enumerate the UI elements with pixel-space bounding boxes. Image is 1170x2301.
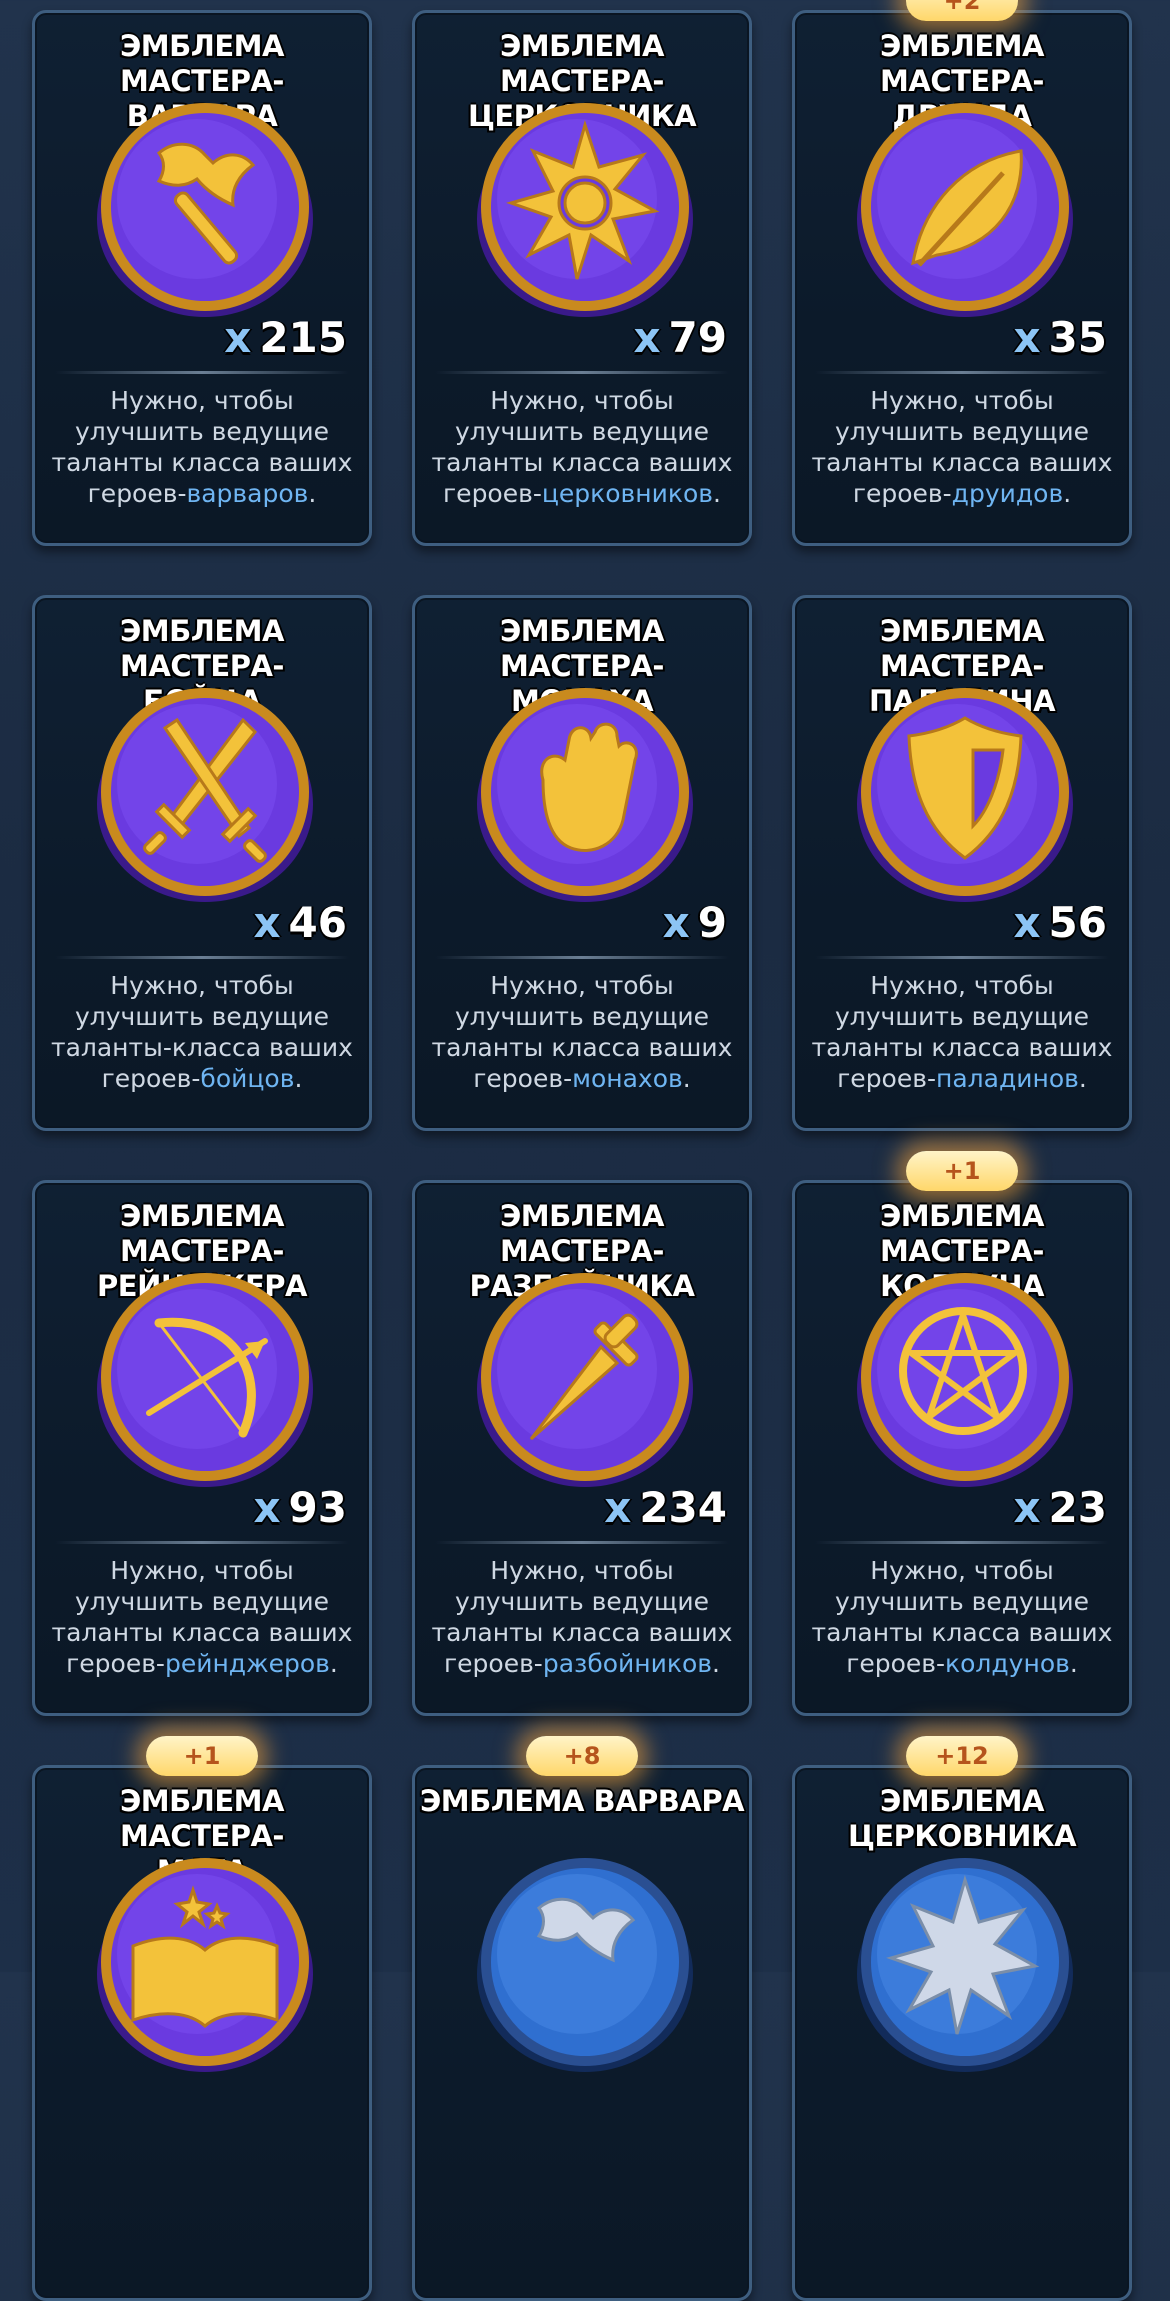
emblem-card-paladin-master[interactable]: ЭМБЛЕМА МАСТЕРА- ПАЛАДИНА x56 Нужно, что… [792,595,1132,1131]
divider [55,1541,349,1544]
emblem-count: x 23 [1013,1483,1107,1532]
class-link: церковников [541,479,713,508]
emblem-count: x 79 [633,313,727,362]
palm-icon [473,680,697,904]
class-link: варваров [186,479,309,508]
divider [55,371,349,374]
class-link: разбойников [542,1649,713,1678]
new-count-badge: +8 [526,1736,638,1776]
emblem-count: x9 [662,898,727,947]
pentagram-icon [853,1265,1077,1489]
emblem-card-ranger-master[interactable]: ЭМБЛЕМА МАСТЕРА- РЕЙНДЖЕРА x93 Нужно, чт… [32,1180,372,1716]
class-link: колдунов [945,1649,1070,1678]
emblem-count: x 56 [1013,898,1107,947]
dagger-icon [473,1265,697,1489]
emblem-grid: ЭМБЛЕМА МАСТЕРА- ВАРВАРА x215 Нужно, что… [0,0,1170,2301]
class-link: монахов [572,1064,683,1093]
leaf-icon [853,95,1077,319]
emblem-card-monk-master[interactable]: ЭМБЛЕМА МАСТЕРА- МОНАХА x9 Нужно, чтобы … [412,595,752,1131]
bow-icon [93,1265,317,1489]
emblem-card-barbarian-master[interactable]: ЭМБЛЕМА МАСТЕРА- ВАРВАРА x215 Нужно, что… [32,10,372,546]
emblem-count: x 46 [253,898,347,947]
divider [815,956,1109,959]
card-description: Нужно, чтобы улучшить ведущие таланты кл… [811,1556,1113,1678]
new-count-badge: +1 [906,1151,1018,1191]
divider [435,1541,729,1544]
divider [815,371,1109,374]
divider [815,1541,1109,1544]
class-link: друидов [951,479,1064,508]
new-count-badge: +1 [146,1736,258,1776]
crossed-swords-icon [93,680,317,904]
emblem-card-barbarian[interactable]: +8 ЭМБЛЕМА ВАРВАРА [412,1736,752,2301]
emblem-card-cleric[interactable]: +12 ЭМБЛЕМА ЦЕРКОВНИКА [792,1736,1132,2301]
axe-icon [473,1850,697,2074]
emblem-count: x 35 [1013,313,1107,362]
emblem-card-rogue-master[interactable]: ЭМБЛЕМА МАСТЕРА- РАЗБОЙНИКА x234 Нужно, … [412,1180,752,1716]
class-link: паладинов [936,1064,1079,1093]
card-description: Нужно, чтобы улучшить ведущие таланты кл… [51,386,353,508]
sun-icon [473,95,697,319]
emblem-card-warlock-master[interactable]: +1 ЭМБЛЕМА МАСТЕРА- КОЛДУНА x23 Нужно, ч… [792,1151,1132,1716]
new-count-badge: +12 [906,1736,1018,1776]
card-title: ЭМБЛЕМА ВАРВАРА [419,1784,745,1818]
sun-icon [853,1850,1077,2074]
class-link: рейнджеров [164,1649,330,1678]
card-description: Нужно, чтобы улучшить ведущие таланты кл… [51,1556,353,1678]
emblem-card-druid-master[interactable]: +2 ЭМБЛЕМА МАСТЕРА- ДРУИДА x35 Нужно, чт… [792,0,1132,546]
card-description: Нужно, чтобы улучшить ведущие таланты кл… [811,386,1113,508]
emblem-count: x 93 [253,1483,347,1532]
divider [55,956,349,959]
card-description: Нужно, чтобы улучшить ведущие таланты кл… [431,1556,733,1678]
emblem-count: x 234 [604,1483,727,1532]
card-description: Нужно, чтобы улучшить ведущие таланты-кл… [51,971,353,1093]
divider [435,956,729,959]
card-description: Нужно, чтобы улучшить ведущие таланты кл… [431,971,733,1093]
card-description: Нужно, чтобы улучшить ведущие таланты кл… [431,386,733,508]
emblem-card-mage-master[interactable]: +1 ЭМБЛЕМА МАСТЕРА- МАГА [32,1736,372,2301]
axe-icon [93,95,317,319]
emblem-card-fighter-master[interactable]: ЭМБЛЕМА МАСТЕРА- БОЙЦА x46 Нужно, чтобы … [32,595,372,1131]
emblem-count: x 215 [224,313,347,362]
class-link: бойцов [200,1064,295,1093]
emblem-card-cleric-master[interactable]: ЭМБЛЕМА МАСТЕРА- ЦЕРКОВНИКА x79 Нужно, ч… [412,10,752,546]
new-count-badge: +2 [906,0,1018,21]
card-title: ЭМБЛЕМА ЦЕРКОВНИКА [847,1784,1077,1853]
divider [435,371,729,374]
card-description: Нужно, чтобы улучшить ведущие таланты кл… [811,971,1113,1093]
shield-icon [853,680,1077,904]
spellbook-icon [93,1850,317,2074]
